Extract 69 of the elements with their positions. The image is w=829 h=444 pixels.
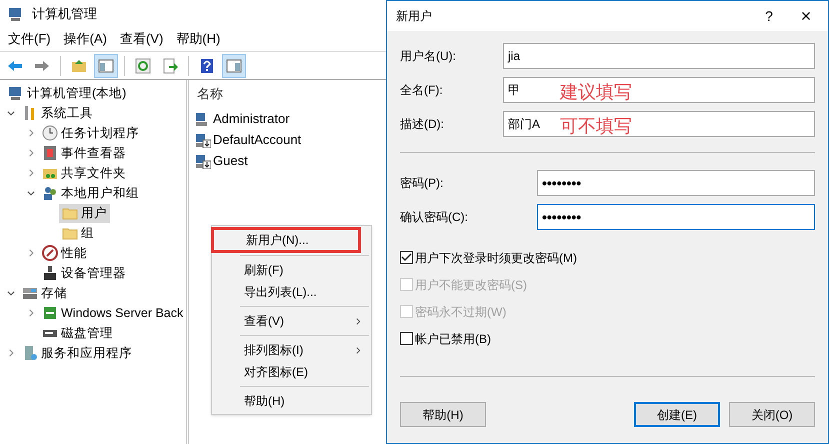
tree-pane-icon (98, 58, 114, 74)
computer-icon (8, 85, 24, 101)
device-icon (42, 265, 58, 281)
checkbox[interactable] (400, 332, 413, 345)
export-icon (162, 58, 178, 74)
menu-item[interactable]: 操作(A) (64, 29, 107, 49)
list-item[interactable]: Administrator (213, 108, 290, 128)
password-field[interactable]: •••••••• (537, 170, 815, 196)
menu-item[interactable]: 帮助(H) (176, 29, 220, 49)
tree-item[interactable]: 组 (59, 224, 97, 242)
checkbox-label: 用户不能更改密码(S) (415, 276, 527, 294)
tree-item[interactable]: 本地用户和组 (39, 184, 142, 202)
event-log-icon (42, 145, 58, 161)
tree-item[interactable]: 用户 (59, 204, 110, 222)
storage-icon (22, 285, 38, 301)
checkbox-label: 用户下次登录时须更改密码(M) (415, 250, 577, 266)
tree-item[interactable]: 磁盘管理 (39, 324, 116, 342)
tree-item[interactable]: 设备管理器 (39, 264, 129, 282)
action-pane-icon (226, 58, 242, 74)
tree-item[interactable]: 系统工具 (19, 104, 96, 122)
dialog-title: 新用户 (396, 8, 433, 25)
tree-item[interactable]: 存储 (19, 284, 70, 302)
users-icon (42, 185, 58, 201)
annotation-text: 可不填写 (560, 115, 632, 138)
performance-icon (42, 245, 58, 261)
close-button[interactable]: × (784, 2, 828, 30)
field-label: 全名(F): (400, 82, 444, 99)
help-button[interactable]: ? (754, 6, 784, 26)
checkbox-label: 密码永不过期(W) (415, 304, 506, 320)
tree-item[interactable]: Windows Server Back (39, 304, 186, 322)
menu-item[interactable]: 排列图标(I) (212, 339, 371, 361)
menu-item[interactable]: 查看(V) (212, 310, 371, 332)
checkbox[interactable] (400, 251, 413, 264)
server-icon (22, 345, 38, 361)
menu-item[interactable]: 查看(V) (120, 29, 164, 49)
field-label: 描述(D): (400, 116, 445, 133)
computer-icon (8, 6, 24, 22)
help-icon (199, 58, 215, 74)
tree-item[interactable]: 事件查看器 (39, 144, 129, 162)
text-field[interactable]: 部门A 可不填写 (503, 111, 815, 137)
tree-item[interactable]: 任务计划程序 (39, 124, 142, 142)
column-header[interactable]: 名称 (195, 84, 225, 104)
menu-item[interactable]: 导出列表(L)... (212, 281, 371, 303)
toolbar-button[interactable] (222, 54, 246, 78)
clock-icon (42, 125, 58, 141)
tree-item[interactable]: 计算机管理(本地) (5, 84, 130, 102)
folder-icon (71, 58, 87, 74)
tree-item[interactable]: 性能 (39, 244, 90, 262)
text-field[interactable]: 甲 建议填写 (503, 77, 815, 103)
password-field[interactable]: •••••••• (537, 204, 815, 230)
menu-item[interactable]: 文件(F) (8, 29, 51, 49)
field-label: 确认密码(C): (400, 209, 469, 226)
refresh-icon (135, 58, 151, 74)
tree-item[interactable]: 共享文件夹 (39, 164, 129, 182)
menu-item[interactable]: 帮助(H) (212, 390, 371, 412)
dialog-button[interactable]: 帮助(H) (400, 402, 486, 427)
field-label: 用户名(U): (400, 48, 457, 65)
checkbox-label: 帐户已禁用(B) (415, 330, 491, 348)
dialog-button[interactable]: 关闭(O) (729, 402, 815, 427)
menu-item[interactable]: 对齐图标(E) (212, 361, 371, 383)
menu-item[interactable]: 新用户(N)... (211, 227, 361, 253)
dialog-button[interactable]: 创建(E) (634, 402, 720, 427)
menu-item[interactable]: 刷新(F) (212, 259, 371, 281)
annotation-text: 建议填写 (560, 81, 632, 104)
tree-item[interactable]: 服务和应用程序 (19, 344, 135, 362)
toolbar-button[interactable] (94, 54, 118, 78)
window-title: 计算机管理 (32, 4, 97, 23)
field-label: 密码(P): (400, 175, 444, 192)
text-field[interactable]: jia (503, 43, 815, 69)
